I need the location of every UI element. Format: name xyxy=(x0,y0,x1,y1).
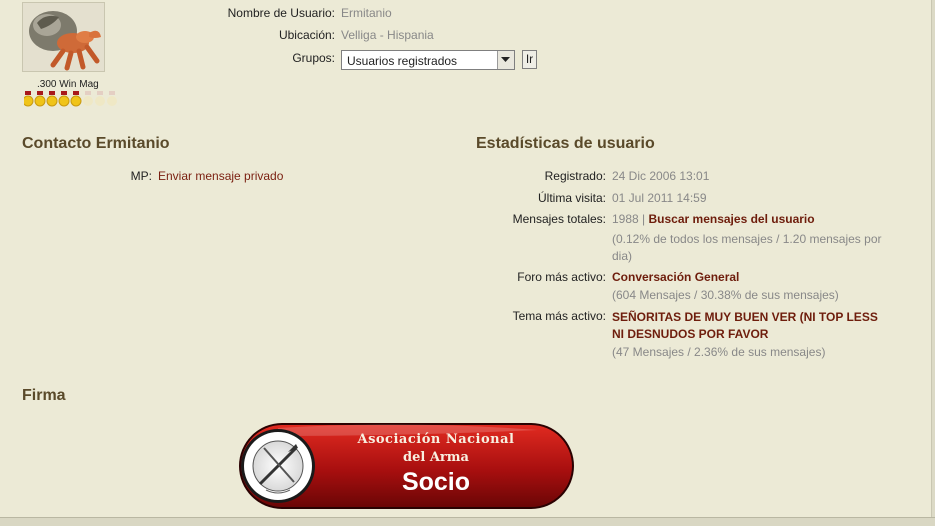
registered-value: 24 Dic 2006 13:01 xyxy=(612,169,710,183)
total-posts-value: 1988 xyxy=(612,212,639,226)
medal-empty-icon xyxy=(83,91,93,106)
signature-heading: Firma xyxy=(22,387,66,404)
send-private-message-link[interactable]: Enviar mensaje privado xyxy=(158,169,283,183)
groups-label: Grupos: xyxy=(292,51,335,65)
username-value: Ermitanio xyxy=(341,6,392,20)
total-posts-label: Mensajes totales: xyxy=(512,212,606,226)
dropdown-arrow-icon[interactable] xyxy=(497,51,514,69)
medal-icon xyxy=(58,91,70,107)
medal-icon xyxy=(22,91,34,107)
medal-empty-icon xyxy=(95,91,105,106)
groups-select-value: Usuarios registrados xyxy=(347,54,458,68)
active-forum-link[interactable]: Conversación General xyxy=(612,270,739,284)
go-button[interactable]: Ir xyxy=(522,50,537,69)
pm-label: MP: xyxy=(130,169,152,183)
active-forum-label: Foro más activo: xyxy=(517,270,606,284)
active-forum-detail: (604 Mensajes / 30.38% de sus mensajes) xyxy=(612,288,839,302)
signature-banner[interactable]: Asociación Nacional del Arma Socio xyxy=(238,422,575,510)
total-posts-block: 1988 | Buscar mensajes del usuario xyxy=(612,212,902,226)
username-label: Nombre de Usuario: xyxy=(227,6,335,20)
user-avatar xyxy=(22,2,105,72)
last-visit-label: Última visita: xyxy=(537,191,606,205)
active-topic-label: Tema más activo: xyxy=(512,309,606,323)
association-seal-icon xyxy=(241,429,315,503)
rank-medals xyxy=(22,90,124,108)
rank-title: .300 Win Mag xyxy=(37,79,99,90)
window-right-border xyxy=(931,0,935,525)
location-label: Ubicación: xyxy=(278,28,335,42)
stats-heading: Estadísticas de usuario xyxy=(476,135,655,152)
medal-icon xyxy=(34,91,46,107)
registered-label: Registrado: xyxy=(544,169,606,183)
search-user-posts-link[interactable]: Buscar mensajes del usuario xyxy=(649,212,815,226)
active-topic-detail: (47 Mensajes / 2.36% de sus mensajes) xyxy=(612,345,826,359)
total-posts-detail: (0.12% de todos los mensajes / 1.20 mens… xyxy=(612,232,882,263)
last-visit-value: 01 Jul 2011 14:59 xyxy=(612,191,707,205)
banner-line-1: Asociación Nacional xyxy=(357,432,515,447)
banner-line-2: del Arma xyxy=(403,450,469,465)
location-value: Velliga - Hispania xyxy=(341,28,434,42)
hermit-crab-avatar-image xyxy=(23,3,104,71)
medal-icon xyxy=(70,91,82,107)
groups-select[interactable]: Usuarios registrados xyxy=(341,50,515,70)
total-posts-separator: | xyxy=(642,212,646,226)
medal-icon xyxy=(46,91,58,107)
medal-empty-icon xyxy=(107,91,117,106)
active-topic-link[interactable]: SEÑORITAS DE MUY BUEN VER (NI TOP LESS N… xyxy=(612,309,882,343)
banner-line-3: Socio xyxy=(401,468,471,496)
contact-heading: Contacto Ermitanio xyxy=(22,135,170,152)
